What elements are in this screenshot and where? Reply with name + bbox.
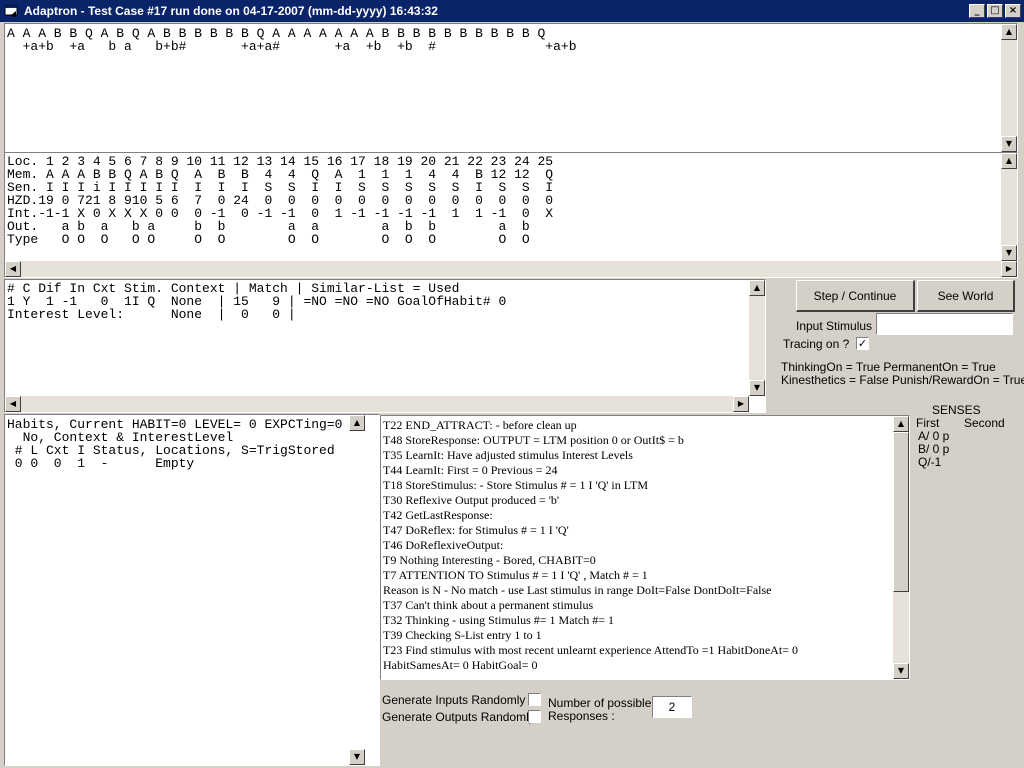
responses-label-1: Number of possible xyxy=(548,696,652,710)
scroll-down-icon[interactable]: ▼ xyxy=(749,380,765,396)
stimulus-horizontal-scrollbar[interactable]: ◀ ▶ xyxy=(5,396,749,412)
scroll-down-icon[interactable]: ▼ xyxy=(349,749,365,765)
trace-line: T9 Nothing Interesting - Bored, CHABIT=0 xyxy=(383,553,596,567)
input-stimulus-field[interactable] xyxy=(876,313,1013,335)
status-line-2: Kinesthetics = False Punish/RewardOn = T… xyxy=(781,373,1024,387)
trace-line: T48 StoreResponse: OUTPUT = LTM position… xyxy=(383,433,684,447)
window-title: Adaptron - Test Case #17 run done on 04-… xyxy=(24,4,438,18)
trace-line: T23 Find stimulus with most recent unlea… xyxy=(383,643,798,657)
trace-line: T42 GetLastResponse: xyxy=(383,508,493,522)
scroll-up-icon[interactable]: ▲ xyxy=(1001,153,1017,169)
memory-row-type: Type O O O O O O O O O O O O O O xyxy=(7,232,530,247)
senses-first-label: First xyxy=(916,416,940,430)
scroll-down-icon[interactable]: ▼ xyxy=(1001,245,1017,261)
stimulus-panel[interactable]: # C Dif In Cxt Stim. Context | Match | S… xyxy=(4,279,766,413)
step-continue-button[interactable]: Step / Continue xyxy=(796,280,915,312)
responses-count-field[interactable] xyxy=(652,696,692,718)
generate-outputs-label: Generate Outputs Randomly? xyxy=(382,710,542,724)
close-button[interactable]: × xyxy=(1005,4,1021,18)
see-world-button[interactable]: See World xyxy=(917,280,1015,312)
trace-line: T47 DoReflex: for Stimulus # = 1 I 'Q' xyxy=(383,523,569,537)
trace-line: T18 StoreStimulus: - Store Stimulus # = … xyxy=(383,478,648,492)
generate-outputs-checkbox[interactable] xyxy=(528,710,541,723)
maximize-button[interactable]: □ xyxy=(987,4,1003,18)
minimize-button[interactable]: _ xyxy=(969,4,985,18)
trace-scroll-thumb[interactable] xyxy=(893,432,909,592)
memory-horizontal-scrollbar[interactable]: ◀ ▶ xyxy=(5,261,1017,277)
habits-panel[interactable]: Habits, Current HABIT=0 LEVEL= 0 EXPCTin… xyxy=(4,414,380,766)
sense-item: B/ 0 p xyxy=(918,442,950,456)
responses-label-2: Responses : xyxy=(548,709,615,723)
trace-line: T35 LearnIt: Have adjusted stimulus Inte… xyxy=(383,448,633,462)
trace-line: T32 Thinking - using Stimulus #= 1 Match… xyxy=(383,613,614,627)
scroll-right-icon[interactable]: ▶ xyxy=(1001,261,1017,277)
sequence-annotation-line: +a+b +a b a b+b# +a+a# +a +b +b # +a+b xyxy=(7,39,577,54)
trace-line: T44 LearnIt: First = 0 Previous = 24 xyxy=(383,463,558,477)
habits-row: 0 0 0 1 - Empty xyxy=(7,456,195,471)
trace-vertical-scrollbar[interactable]: ▲ ▼ xyxy=(893,416,909,679)
trace-line: T22 END_ATTRACT: - before clean up xyxy=(383,418,577,432)
trace-line: Reason is N - No match - use Last stimul… xyxy=(383,583,772,597)
scroll-up-icon[interactable]: ▲ xyxy=(893,416,909,432)
sense-item: Q/-1 xyxy=(918,455,942,469)
status-line-1: ThinkingOn = True PermanentOn = True xyxy=(781,360,996,374)
tracing-checkbox[interactable]: ✓ xyxy=(856,337,869,350)
trace-line: T39 Checking S-List entry 1 to 1 xyxy=(383,628,542,642)
trace-panel[interactable]: T22 END_ATTRACT: - before clean up T48 S… xyxy=(380,415,910,680)
scroll-right-icon[interactable]: ▶ xyxy=(733,396,749,412)
senses-second-label: Second xyxy=(964,416,1005,430)
sequence-panel[interactable]: A A A B B Q A B Q A B B B B B B Q A A A … xyxy=(4,23,1018,153)
habits-vertical-scrollbar[interactable]: ▲ ▼ xyxy=(349,415,365,765)
memory-vertical-scrollbar[interactable]: ▲ ▼ xyxy=(1001,153,1017,261)
trace-line: T37 Can't think about a permanent stimul… xyxy=(383,598,594,612)
tracing-label: Tracing on ? xyxy=(783,337,850,351)
trace-line: HabitSamesAt= 0 HabitGoal= 0 xyxy=(383,658,538,672)
scroll-left-icon[interactable]: ◀ xyxy=(5,261,21,277)
generate-inputs-label: Generate Inputs Randomly ? xyxy=(382,693,536,707)
senses-title: SENSES xyxy=(932,403,981,417)
trace-line: T30 Reflexive Output produced = 'b' xyxy=(383,493,560,507)
trace-line: T46 DoReflexiveOutput: xyxy=(383,538,504,552)
generate-inputs-checkbox[interactable] xyxy=(528,693,541,706)
title-bar[interactable]: Adaptron - Test Case #17 run done on 04-… xyxy=(0,0,1024,22)
memory-table-panel[interactable]: Loc. 1 2 3 4 5 6 7 8 9 10 11 12 13 14 15… xyxy=(4,152,1018,278)
input-stimulus-label: Input Stimulus : xyxy=(796,319,879,333)
scroll-down-icon[interactable]: ▼ xyxy=(893,663,909,679)
scroll-up-icon[interactable]: ▲ xyxy=(1001,24,1017,40)
scroll-down-icon[interactable]: ▼ xyxy=(1001,136,1017,152)
sequence-vertical-scrollbar[interactable]: ▲ ▼ xyxy=(1001,24,1017,152)
sense-item: A/ 0 p xyxy=(918,429,950,443)
scroll-left-icon[interactable]: ◀ xyxy=(5,396,21,412)
stimulus-vertical-scrollbar[interactable]: ▲ ▼ xyxy=(749,280,765,396)
scroll-up-icon[interactable]: ▲ xyxy=(749,280,765,296)
trace-line: T7 ATTENTION TO Stimulus # = 1 I 'Q' , M… xyxy=(383,568,648,582)
app-icon[interactable] xyxy=(4,3,20,19)
interest-level-row: Interest Level: None | 0 0 | xyxy=(7,307,296,322)
scroll-up-icon[interactable]: ▲ xyxy=(349,415,365,431)
